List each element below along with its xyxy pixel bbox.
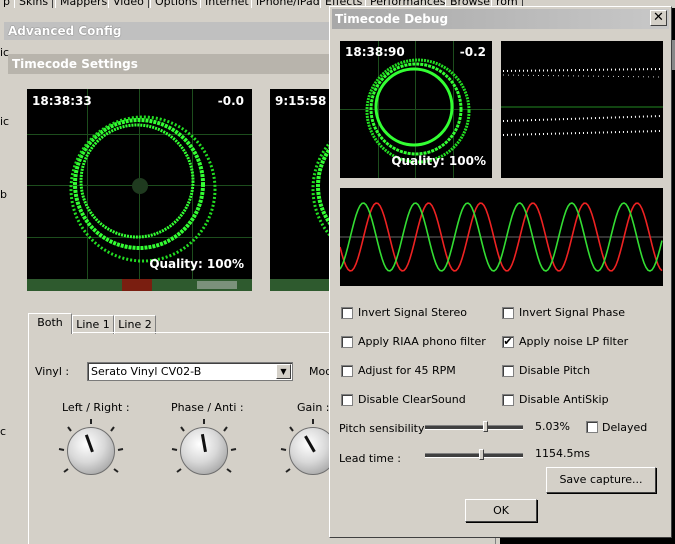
- delayed-label: Delayed: [602, 421, 648, 434]
- vinyl-label: Vinyl :: [35, 365, 70, 378]
- debug-waveform: [340, 188, 663, 286]
- tab-both[interactable]: Both: [28, 313, 72, 334]
- knob-label-left-right: Left / Right :: [62, 401, 130, 414]
- vinyl-select-value: Serato Vinyl CV02-B: [91, 365, 202, 378]
- adjust-45rpm-checkbox[interactable]: [341, 365, 353, 377]
- side-fragment-3: b: [0, 188, 7, 201]
- disable-antiskip-checkbox[interactable]: [502, 394, 514, 406]
- knob-label-gain: Gain :: [297, 401, 330, 414]
- pitch-sensibility-label: Pitch sensibility: [339, 422, 425, 435]
- apply-noise-lp-checkbox[interactable]: ✔: [502, 336, 514, 348]
- disable-clearsound-label: Disable ClearSound: [358, 393, 466, 406]
- phase-anti-knob[interactable]: [180, 427, 228, 475]
- top-tab-options[interactable]: Options: [150, 0, 203, 8]
- scope-left-quality: Quality: 100%: [149, 257, 244, 271]
- left-right-knob[interactable]: [67, 427, 115, 475]
- top-tab-mappers[interactable]: Mappers: [55, 0, 113, 8]
- side-fragment-2: ic: [0, 115, 10, 128]
- invert-signal-stereo-label: Invert Signal Stereo: [358, 306, 467, 319]
- apply-riaa-checkbox[interactable]: [341, 336, 353, 348]
- invert-signal-phase-checkbox[interactable]: [502, 307, 514, 319]
- side-fragment-4: c: [0, 425, 7, 438]
- top-tab-p[interactable]: p: [0, 0, 15, 8]
- debug-scope-quality: Quality: 100%: [391, 154, 486, 168]
- chevron-down-icon[interactable]: ▼: [276, 364, 291, 379]
- scope-left-offset: -0.0: [217, 94, 244, 108]
- delayed-checkbox[interactable]: [586, 421, 598, 433]
- adjust-45rpm-label: Adjust for 45 RPM: [358, 364, 456, 377]
- lead-time-thumb[interactable]: [478, 449, 484, 460]
- lead-time-slider[interactable]: [425, 453, 523, 458]
- scope-left-time: 18:38:33: [32, 94, 92, 108]
- knob-label-phase-anti: Phase / Anti :: [171, 401, 244, 414]
- debug-scope-time: 18:38:90: [345, 45, 405, 59]
- timecode-scope-right: 9:15:58: [270, 89, 330, 291]
- timecode-scope-left: 18:38:33 -0.0 Quality: 100%: [27, 89, 252, 291]
- save-capture-button[interactable]: Save capture...: [546, 467, 656, 493]
- ok-button[interactable]: OK: [465, 499, 537, 522]
- top-tab-internet[interactable]: Internet: [200, 0, 254, 8]
- top-tab-skins[interactable]: Skins: [14, 0, 54, 8]
- disable-antiskip-label: Disable AntiSkip: [519, 393, 609, 406]
- top-tab-video[interactable]: Video: [108, 0, 149, 8]
- invert-signal-stereo-checkbox[interactable]: [341, 307, 353, 319]
- debug-dots: [501, 68, 663, 136]
- vinyl-select[interactable]: Serato Vinyl CV02-B ▼: [87, 362, 293, 381]
- waveform-svg: [340, 202, 663, 272]
- top-tab-iphone[interactable]: iPhone/iPad: [251, 0, 325, 8]
- pitch-sensibility-slider[interactable]: [425, 425, 523, 430]
- apply-noise-lp-label: Apply noise LP filter: [519, 335, 629, 348]
- pitch-sensibility-value: 5.03%: [535, 420, 570, 433]
- disable-clearsound-checkbox[interactable]: [341, 394, 353, 406]
- disable-pitch-label: Disable Pitch: [519, 364, 591, 377]
- apply-riaa-label: Apply RIAA phono filter: [358, 335, 486, 348]
- lead-time-label: Lead time :: [339, 452, 401, 465]
- invert-signal-phase-label: Invert Signal Phase: [519, 306, 625, 319]
- debug-scope-offset: -0.2: [459, 45, 486, 59]
- lead-time-value: 1154.5ms: [535, 447, 590, 460]
- debug-scope: 18:38:90 -0.2 Quality: 100%: [340, 41, 492, 178]
- scope-right-time: 9:15:58: [275, 94, 327, 108]
- scope-rings-right: [270, 140, 330, 291]
- disable-pitch-checkbox[interactable]: [502, 365, 514, 377]
- apply-noise-lp-mark: ✔: [503, 335, 513, 348]
- timecode-debug-window: Timecode Debug ✕ 18:38:90 -0.2 Quality: …: [329, 6, 672, 538]
- pitch-sensibility-thumb[interactable]: [482, 421, 488, 432]
- close-icon[interactable]: ✕: [650, 10, 667, 26]
- timecode-debug-title: Timecode Debug: [332, 9, 669, 29]
- debug-dots-panel: [501, 41, 663, 178]
